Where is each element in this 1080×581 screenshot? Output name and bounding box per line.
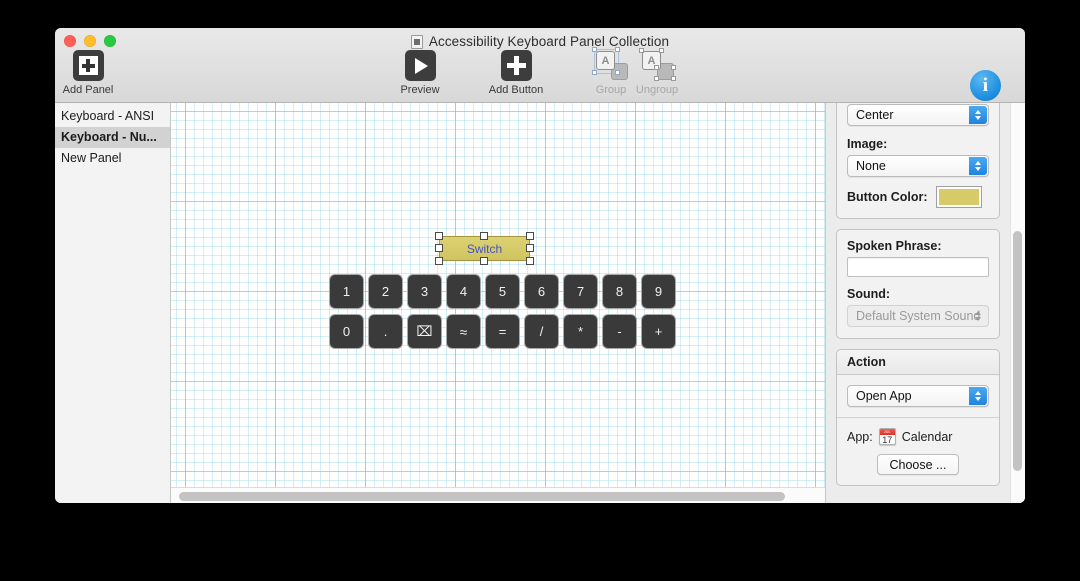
resize-handle-e[interactable] [526, 244, 534, 252]
canvas-key[interactable]: 6 [524, 274, 559, 309]
window-body: Keyboard - ANSI Keyboard - Nu... New Pan… [55, 103, 1025, 503]
resize-handle-ne[interactable] [526, 232, 534, 240]
inspector-vertical-scrollbar[interactable] [1010, 103, 1025, 503]
ungroup-button[interactable]: A Ungroup [614, 48, 700, 96]
button-color-swatch[interactable] [935, 186, 982, 208]
inspector-vertical-scroll-thumb[interactable] [1013, 231, 1022, 471]
sound-popup[interactable]: Default System Sound [847, 305, 989, 327]
canvas-key[interactable]: 1 [329, 274, 364, 309]
panel-canvas[interactable]: Switch 1 2 3 4 5 6 7 8 9 0 . ⌧ ≈ = / * -… [171, 103, 825, 503]
choose-row: Choose ... [847, 454, 989, 475]
canvas-key[interactable]: 5 [485, 274, 520, 309]
canvas-key[interactable]: 0 [329, 314, 364, 349]
plus-icon [500, 50, 532, 81]
preview-button[interactable]: Preview [377, 50, 463, 96]
calendar-icon: JUL 17 [878, 428, 896, 445]
canvas-key-clear[interactable]: ⌧ [407, 314, 442, 349]
ungroup-label: Ungroup [635, 84, 679, 96]
zoom-button[interactable] [104, 35, 116, 47]
resize-handle-s[interactable] [480, 257, 488, 265]
inspector-action-box: Action Open App App: JUL 17 Calendar Cho… [836, 349, 1000, 486]
window-title-text: Accessibility Keyboard Panel Collection [428, 34, 670, 49]
add-button-label: Add Button [488, 84, 544, 96]
canvas-key[interactable]: * [563, 314, 598, 349]
toolbar: Add Panel Preview Add Button A Group A U… [55, 47, 1025, 116]
resize-handle-w[interactable] [435, 244, 443, 252]
canvas-key[interactable]: = [485, 314, 520, 349]
sidebar-item-new-panel[interactable]: New Panel [55, 148, 170, 169]
chevron-updown-icon [969, 106, 987, 124]
button-color-row: Button Color: [847, 186, 989, 208]
resize-handle-nw[interactable] [435, 232, 443, 240]
sound-value: Default System Sound [856, 309, 981, 323]
resize-handle-sw[interactable] [435, 257, 443, 265]
canvas-key[interactable]: / [524, 314, 559, 349]
add-button-button[interactable]: Add Button [473, 50, 559, 96]
calendar-icon-day: 17 [882, 434, 893, 445]
app-label: App: [847, 429, 873, 444]
app-window: Accessibility Keyboard Panel Collection … [55, 28, 1025, 503]
action-popup[interactable]: Open App [847, 385, 989, 407]
traffic-lights [64, 35, 116, 47]
chevron-updown-icon [969, 387, 987, 405]
spoken-phrase-label: Spoken Phrase: [847, 239, 942, 253]
canvas-key[interactable]: 7 [563, 274, 598, 309]
inspector-scroll-content: Center Image: None Button Color: Spoken … [826, 103, 1010, 503]
minimize-button[interactable] [84, 35, 96, 47]
canvas-key[interactable]: . [368, 314, 403, 349]
inspector-appearance-box: Center Image: None Button Color: [836, 103, 1000, 219]
resize-handle-n[interactable] [480, 232, 488, 240]
image-popup[interactable]: None [847, 155, 989, 177]
document-icon [410, 34, 423, 49]
add-panel-icon [72, 50, 104, 81]
canvas-button-switch-label: Switch [466, 241, 503, 256]
canvas-key[interactable]: 4 [446, 274, 481, 309]
inspector-panel: Center Image: None Button Color: Spoken … [825, 103, 1025, 503]
canvas-key-approx[interactable]: ≈ [446, 314, 481, 349]
choose-app-button[interactable]: Choose ... [876, 454, 960, 475]
resize-handle-se[interactable] [526, 257, 534, 265]
canvas-horizontal-scroll-thumb[interactable] [179, 492, 785, 501]
close-button[interactable] [64, 35, 76, 47]
ungroup-icon: A [639, 48, 676, 81]
canvas-key[interactable]: 2 [368, 274, 403, 309]
canvas-key[interactable]: - [602, 314, 637, 349]
canvas-key[interactable]: 8 [602, 274, 637, 309]
image-value: None [856, 159, 886, 173]
canvas-key[interactable]: 9 [641, 274, 676, 309]
alignment-value: Center [856, 108, 894, 122]
app-row: App: JUL 17 Calendar [847, 428, 989, 445]
window-titlebar: Accessibility Keyboard Panel Collection … [55, 28, 1025, 116]
window-title: Accessibility Keyboard Panel Collection [55, 34, 1025, 49]
canvas-key[interactable]: 3 [407, 274, 442, 309]
image-label: Image: [847, 137, 888, 151]
spoken-phrase-input[interactable] [847, 257, 989, 277]
play-icon [404, 50, 436, 81]
add-panel-label: Add Panel [62, 84, 114, 96]
preview-label: Preview [400, 84, 440, 96]
action-section-header: Action [837, 350, 999, 375]
chevron-updown-icon [969, 157, 987, 175]
canvas-horizontal-scrollbar[interactable] [171, 487, 825, 503]
inspector-speech-box: Spoken Phrase: Sound: Default System Sou… [836, 229, 1000, 339]
chevron-updown-icon [969, 307, 987, 325]
sound-label: Sound: [847, 287, 891, 301]
button-color-label: Button Color: [847, 190, 928, 204]
sidebar-item-keyboard-ansi[interactable]: Keyboard - ANSI [55, 106, 170, 127]
sidebar-item-keyboard-numeric[interactable]: Keyboard - Nu... [55, 127, 170, 148]
action-value: Open App [856, 389, 912, 403]
app-name: Calendar [901, 429, 953, 444]
alignment-popup[interactable]: Center [847, 104, 989, 126]
canvas-key[interactable]: + [641, 314, 676, 349]
panel-list-sidebar: Keyboard - ANSI Keyboard - Nu... New Pan… [55, 103, 171, 503]
info-icon: i [969, 70, 1001, 101]
add-panel-button[interactable]: Add Panel [55, 50, 131, 96]
